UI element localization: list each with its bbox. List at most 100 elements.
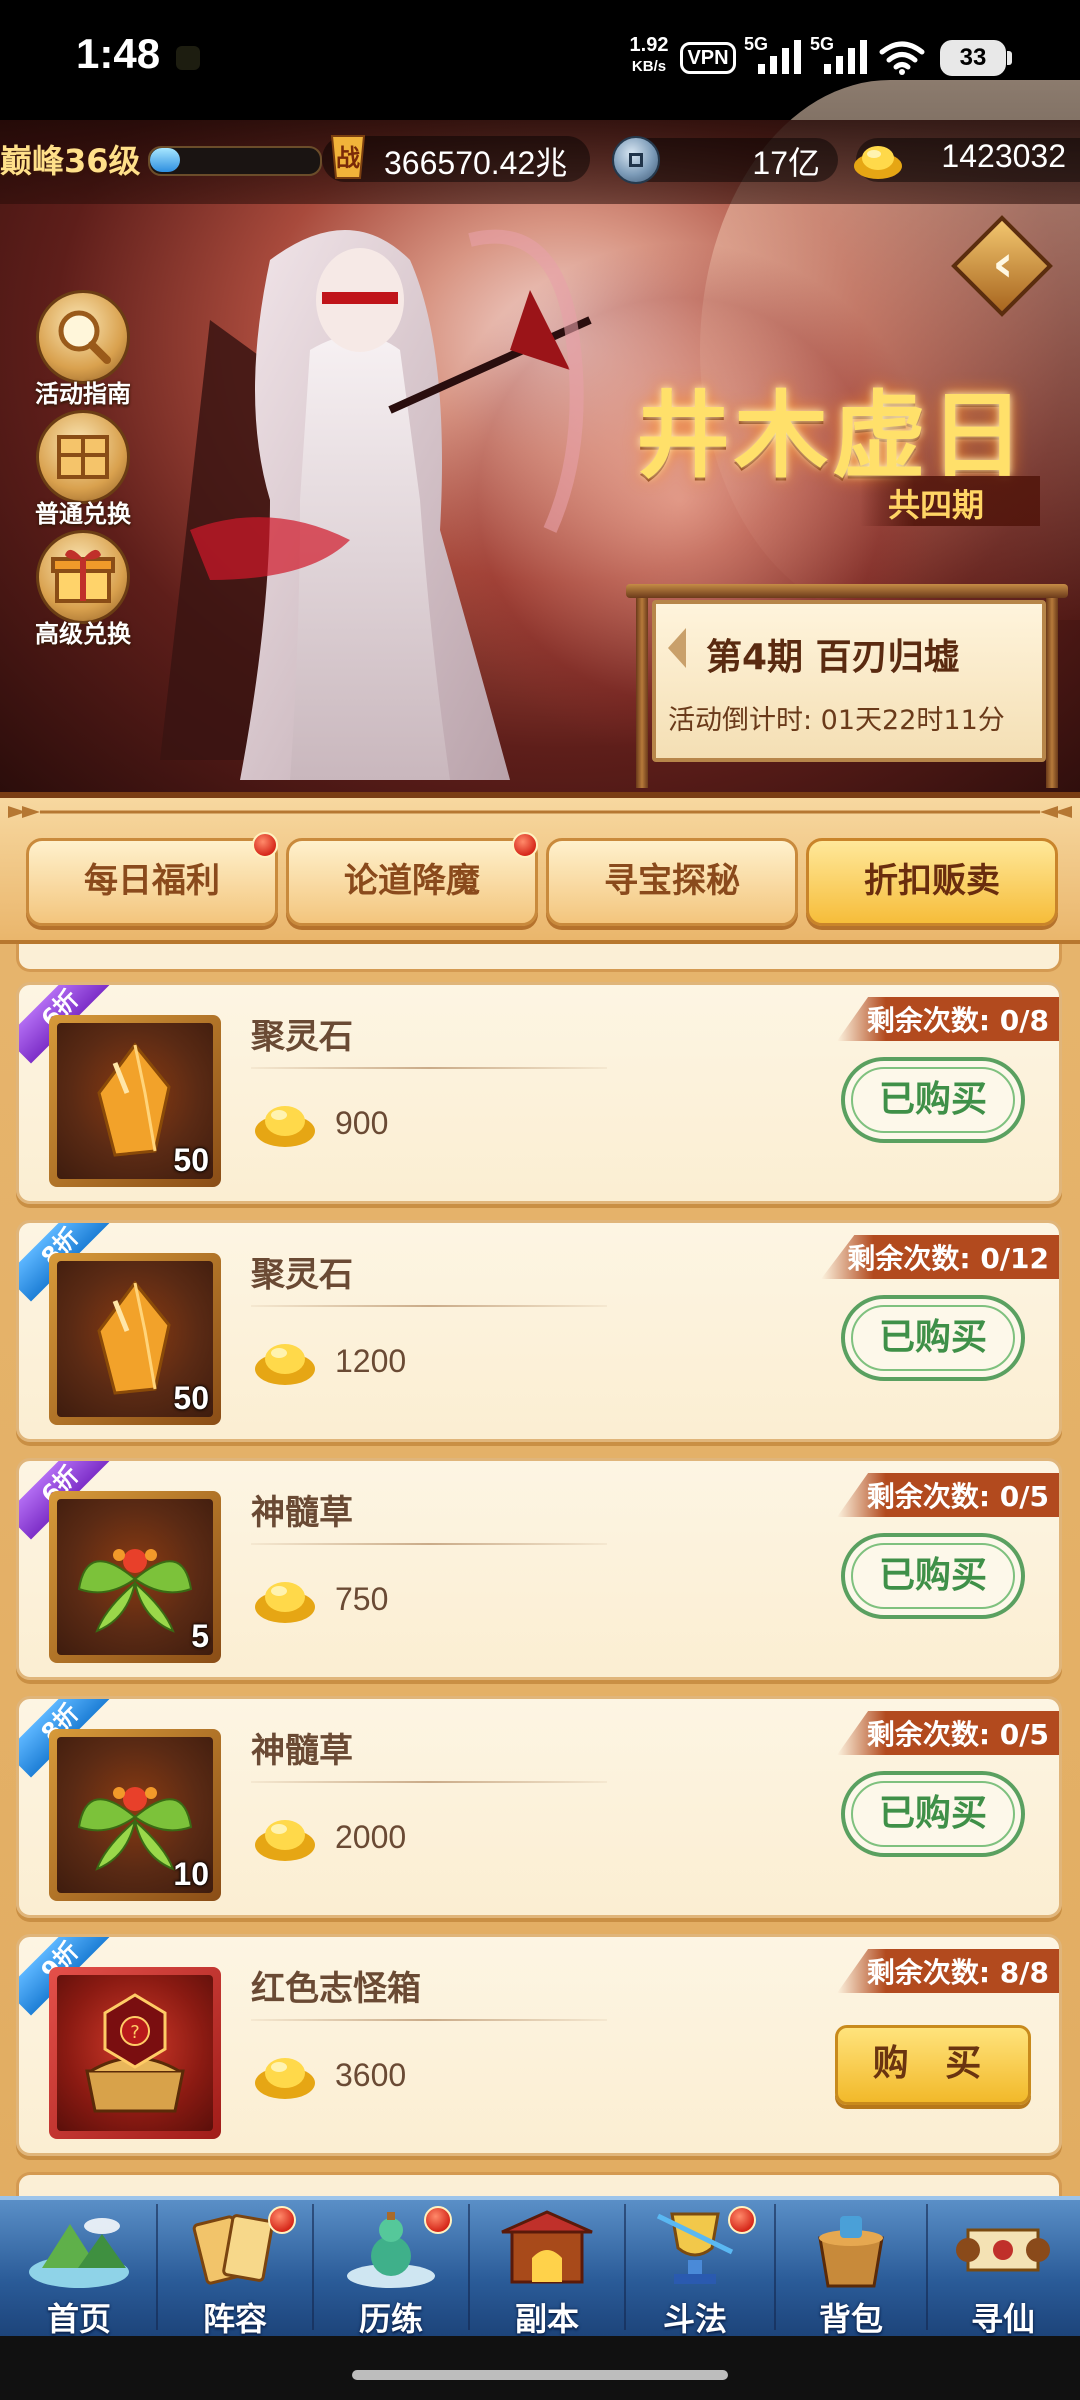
nav-home-label: 首页	[46, 2300, 111, 2338]
home-gesture-bar[interactable]	[352, 2370, 728, 2380]
item-name: 神髓草	[251, 1731, 353, 1771]
item-name: 聚灵石	[251, 1255, 353, 1295]
event-countdown: 活动倒计时: 01天22时11分	[668, 705, 1005, 736]
tab-discount-sale[interactable]: 折扣贩卖	[806, 838, 1058, 926]
nav-bag[interactable]: 背包	[774, 2198, 928, 2338]
scroll-icon	[956, 2228, 1050, 2272]
purchased-button[interactable]: 已购买	[841, 1533, 1025, 1619]
list-item: 9折 ? 红色志怪箱 3600 剩余次数: 8/8 购 买	[16, 1934, 1062, 2156]
nav-training[interactable]: 历练	[314, 2198, 468, 2338]
dungeon-gate-icon	[501, 2210, 593, 2284]
signpost-pole-right	[1046, 588, 1058, 788]
vpn-badge: VPN	[680, 42, 736, 74]
tab-treasure-hunt[interactable]: 寻宝探秘	[546, 838, 798, 926]
purchased-button[interactable]: 已购买	[841, 1295, 1025, 1381]
nav-dungeon-label: 副本	[514, 2300, 579, 2338]
gold-ingot-icon	[255, 1820, 315, 1861]
purchased-label: 已购买	[851, 1543, 1015, 1609]
tab-daily-welfare-dot	[252, 832, 278, 858]
silver-value: 17亿	[752, 145, 820, 181]
purchased-label: 已购买	[851, 1781, 1015, 1847]
nav-duel-label: 斗法	[662, 2300, 727, 2338]
buy-button[interactable]: 购 买	[835, 2025, 1031, 2105]
status-time: 1:48	[76, 30, 161, 77]
item-price: 1200	[335, 1343, 407, 1379]
nav-duel[interactable]: 斗法	[618, 2198, 772, 2338]
nav-dungeon[interactable]: 副本	[470, 2198, 624, 2338]
notification-dot-icon	[176, 46, 200, 70]
nav-lineup-dot	[268, 2206, 296, 2234]
normal-exchange-label: 普通兑换	[35, 500, 131, 528]
nav-seek-immortal-label: 寻仙	[970, 2300, 1035, 2338]
previous-period-arrow-icon[interactable]	[668, 628, 686, 668]
normal-exchange-button[interactable]: 普通兑换	[28, 410, 138, 528]
svg-text:战: 战	[336, 144, 360, 172]
list-item-partial	[16, 2172, 1062, 2196]
remaining-count: 剩余次数: 0/12	[847, 1242, 1049, 1275]
period-title: 第4期 百刃归墟	[706, 637, 960, 678]
item-quantity: 5	[191, 1618, 209, 1654]
red-chest-icon: ?	[57, 1975, 213, 2131]
signal-icon-2: 5G	[810, 34, 876, 78]
advanced-exchange-label: 高级兑换	[35, 620, 131, 648]
list-item: 8折 50 聚灵石 1200 剩余次数: 0/12 已购买	[16, 1220, 1062, 1442]
chevron-left-icon[interactable]: ‹	[978, 234, 1028, 294]
advanced-exchange-button[interactable]: 高级兑换	[28, 530, 138, 648]
herb-icon	[57, 1499, 213, 1655]
period-board	[652, 600, 1046, 762]
nav-lineup[interactable]: 阵容	[158, 2198, 312, 2338]
nav-lineup-label: 阵容	[202, 2300, 267, 2338]
svg-text:?: ?	[130, 2022, 140, 2043]
list-item: 6折 5 神髓草 750 剩余次数: 0/5 已购买	[16, 1458, 1062, 1680]
gesture-area	[0, 2336, 1080, 2400]
purchased-button[interactable]: 已购买	[841, 1057, 1025, 1143]
gold-value: 1423032	[941, 138, 1066, 174]
item-quantity: 10	[173, 1856, 209, 1892]
remaining-count: 剩余次数: 0/5	[866, 1718, 1049, 1751]
item-price: 900	[335, 1105, 389, 1141]
item-quantity: 50	[173, 1380, 209, 1416]
tab-daily-welfare[interactable]: 每日福利	[26, 838, 278, 926]
item-price: 750	[335, 1581, 389, 1617]
tab-lundao-xiangmo-dot	[512, 832, 538, 858]
gold-ingot-icon	[255, 2058, 315, 2099]
network-speed-value: 1.92	[629, 34, 669, 56]
wifi-icon	[879, 41, 925, 75]
character-illustration	[160, 229, 592, 780]
signpost-beam	[626, 584, 1068, 598]
item-quantity: 50	[173, 1142, 209, 1178]
list-item-partial	[16, 944, 1062, 972]
tab-lundao-xiangmo[interactable]: 论道降魔	[286, 838, 538, 926]
gift-box-icon	[36, 530, 130, 624]
item-slot[interactable]: 10	[49, 1729, 221, 1901]
activity-guide-button[interactable]: 活动指南	[28, 290, 138, 408]
item-slot[interactable]: 50	[49, 1253, 221, 1425]
network-type-label: 5G	[744, 34, 769, 54]
item-slot[interactable]: 5	[49, 1491, 221, 1663]
nav-seek-immortal[interactable]: 寻仙	[926, 2198, 1080, 2338]
item-slot[interactable]: 50	[49, 1015, 221, 1187]
item-name: 神髓草	[251, 1493, 353, 1533]
exchange-box-icon	[36, 410, 130, 504]
purchased-label: 已购买	[851, 1305, 1015, 1371]
nav-training-label: 历练	[358, 2300, 423, 2338]
divider	[251, 1305, 607, 1307]
player-level: 巅峰36级	[0, 142, 141, 180]
network-type-label-2: 5G	[810, 34, 835, 54]
item-name: 聚灵石	[251, 1017, 353, 1057]
remaining-count: 剩余次数: 8/8	[866, 1956, 1049, 1989]
network-speed: 1.92 KB/s	[622, 34, 676, 78]
home-landscape-icon	[29, 2218, 129, 2288]
signpost-pole-left	[636, 588, 648, 788]
network-speed-unit: KB/s	[631, 58, 667, 75]
purchased-button[interactable]: 已购买	[841, 1771, 1025, 1857]
divider	[251, 2019, 607, 2021]
list-item: 8折 10 神髓草 2000 剩余次数: 0/5 已购买	[16, 1696, 1062, 1918]
nav-home[interactable]: 首页	[2, 2198, 156, 2338]
item-name: 红色志怪箱	[251, 1969, 421, 2009]
nav-duel-dot	[728, 2206, 756, 2234]
activity-guide-label: 活动指南	[35, 380, 131, 408]
tab-strip-rail	[8, 806, 1072, 818]
purchased-label: 已购买	[851, 1067, 1015, 1133]
item-slot[interactable]: ?	[49, 1967, 221, 2139]
